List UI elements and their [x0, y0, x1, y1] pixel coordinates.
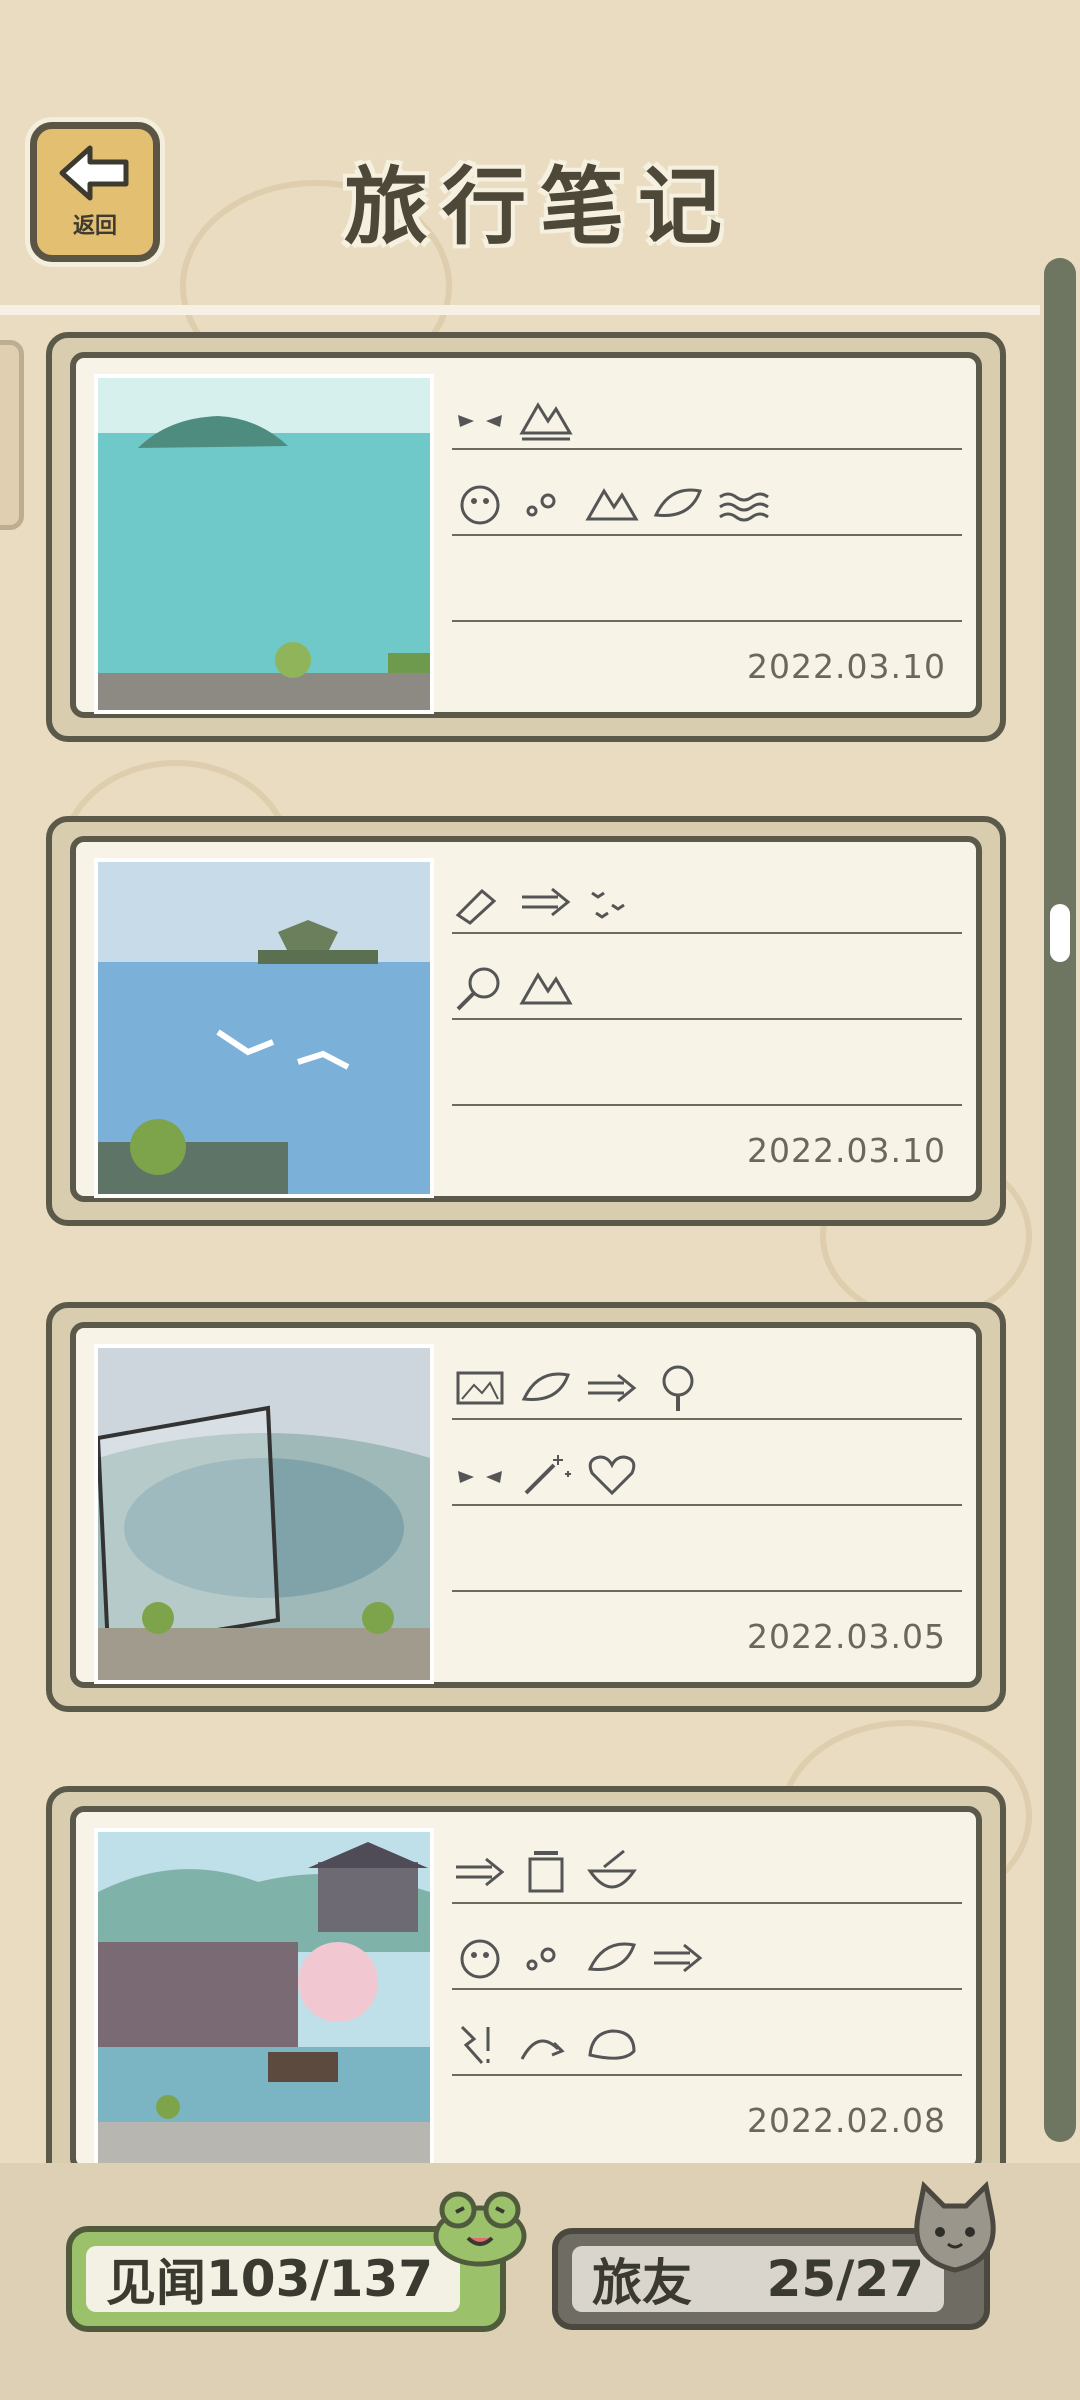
leaf-icon: [653, 488, 702, 517]
ancient-town-photo: [98, 1832, 430, 2164]
jar-icon: [528, 1851, 564, 1893]
journal-page: 2022.02.08: [70, 1806, 982, 2172]
note-glyph-row: [452, 2014, 640, 2074]
arrow-right-icon: [522, 887, 571, 917]
journal-entry[interactable]: 2022.02.08: [46, 1786, 1006, 2196]
note-line: [452, 1418, 962, 1420]
note-line: [452, 1018, 962, 1020]
mountain-icon: [519, 972, 573, 1005]
entry-notes: 2022.03.05: [452, 1344, 962, 1666]
note-line: [452, 1902, 962, 1904]
note-line: [452, 1504, 962, 1506]
rock-icon: [588, 2029, 636, 2060]
mirror-bay-photo: [98, 1348, 430, 1680]
jump-icon: [520, 2039, 565, 2060]
note-glyph-row: [452, 388, 574, 448]
journal-entry[interactable]: 2022.03.10: [46, 816, 1006, 1226]
entry-photo[interactable]: [94, 1828, 434, 2168]
entry-photo[interactable]: [94, 1344, 434, 1684]
journal-page: 2022.03.10: [70, 352, 982, 718]
note-line: [452, 448, 962, 450]
island-sea-photo: [98, 378, 430, 710]
magnifier-icon: [662, 1365, 694, 1411]
eyes-icon: [458, 415, 502, 427]
note-line: [452, 1590, 962, 1592]
note-line: [452, 1104, 962, 1106]
frog-mascot-icon: [433, 2191, 527, 2267]
thought-bubble-icon: [526, 1947, 556, 1971]
exclaim-icon: [460, 2025, 490, 2064]
entry-photo[interactable]: [94, 374, 434, 714]
entry-notes: 2022.02.08: [452, 1828, 962, 2150]
picture-icon: [456, 1371, 504, 1405]
bowl-icon: [587, 1849, 637, 1889]
seen-label: 见闻: [106, 2254, 206, 2312]
note-line: [452, 932, 962, 934]
mountain-icon: [585, 488, 639, 521]
leaf-icon: [587, 1942, 636, 1971]
header-divider: [0, 305, 1040, 315]
leaf-icon: [521, 1372, 570, 1401]
journal-entry[interactable]: 2022.03.10: [46, 332, 1006, 742]
seagulls-lake-photo: [98, 862, 430, 1194]
friends-counter: 旅友 25/27: [572, 2246, 944, 2312]
arrow-right-icon: [456, 1857, 505, 1887]
note-glyph-row: [452, 872, 640, 932]
entry-notes: 2022.03.10: [452, 858, 962, 1180]
entry-date: 2022.02.08: [747, 2101, 946, 2140]
scrollbar-thumb[interactable]: [1050, 904, 1070, 962]
waves-icon: [719, 492, 769, 522]
frog-icon: [460, 1939, 500, 1979]
magnifier-icon: [456, 967, 500, 1011]
entry-date: 2022.03.10: [747, 1131, 946, 1170]
entry-photo[interactable]: [94, 858, 434, 1198]
entry-date: 2022.03.10: [747, 647, 946, 686]
scrollbar-track[interactable]: [1044, 258, 1076, 2142]
side-tab[interactable]: [0, 340, 24, 530]
note-line: [452, 534, 962, 536]
entry-notes: 2022.03.10: [452, 374, 962, 696]
entry-date: 2022.03.05: [747, 1617, 946, 1656]
journal-page: 2022.03.10: [70, 836, 982, 1202]
note-line: [452, 1988, 962, 1990]
page-title: 旅行笔记: [343, 158, 736, 256]
friends-label: 旅友: [592, 2254, 692, 2312]
eyes-icon: [458, 1471, 502, 1483]
arrow-right-icon: [654, 1943, 703, 1973]
seen-counter: 见闻 103/137: [86, 2246, 460, 2312]
seen-value: 103/137: [206, 2250, 434, 2308]
note-glyph-row: [452, 474, 772, 534]
heart-icon: [588, 1455, 636, 1496]
arrow-right-icon: [588, 1373, 637, 1403]
note-glyph-row: [452, 1928, 706, 1988]
cat-mascot-icon: [914, 2180, 996, 2273]
journal-entry[interactable]: 2022.03.05: [46, 1302, 1006, 1712]
magic-wand-icon: [524, 1455, 571, 1495]
frog-icon: [460, 485, 500, 525]
note-glyph-row: [452, 1444, 640, 1504]
note-glyph-row: [452, 1842, 640, 1902]
brush-icon: [455, 888, 497, 925]
note-line: [452, 620, 962, 622]
note-glyph-row: [452, 958, 574, 1018]
journal-page: 2022.03.05: [70, 1322, 982, 1688]
note-line: [452, 2074, 962, 2076]
mountain-icon: [519, 402, 573, 441]
note-glyph-row: [452, 1358, 706, 1418]
thought-bubble-icon: [526, 493, 556, 517]
birds-icon: [591, 891, 625, 919]
